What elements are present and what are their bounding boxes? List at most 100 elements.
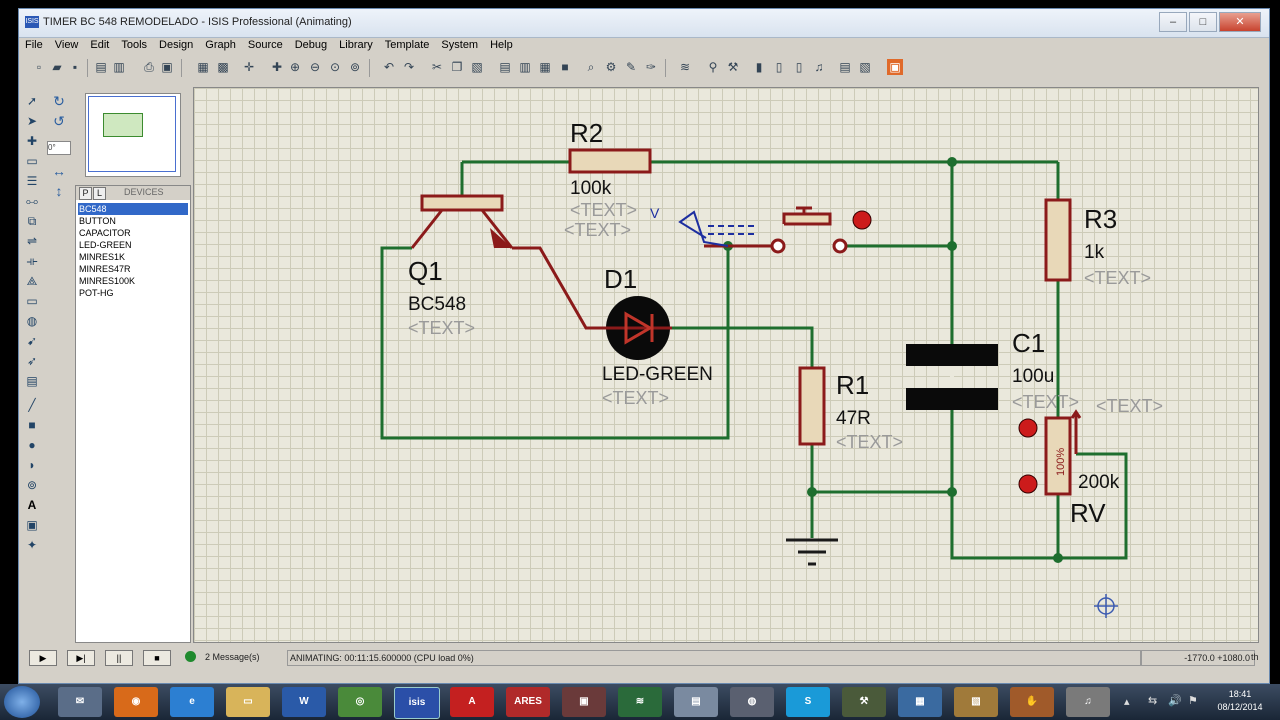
start-button-icon[interactable] [4, 686, 40, 718]
junction-mode-icon[interactable]: ✚ [24, 133, 40, 149]
block-move-icon[interactable]: ▥ [517, 59, 533, 75]
terminal-icon[interactable]: ⇌ [24, 233, 40, 249]
bill-of-materials-icon[interactable]: ▤ [837, 59, 853, 75]
button-b1[interactable] [782, 212, 832, 226]
voltage-probe[interactable] [678, 210, 756, 247]
pan-icon[interactable]: ✚ [269, 59, 285, 75]
block-copy-icon[interactable]: ▤ [497, 59, 513, 75]
path-tool-icon[interactable]: ⊚ [24, 477, 40, 493]
pick-device-icon[interactable]: ⌕ [583, 59, 599, 75]
photos-icon[interactable]: ▦ [898, 687, 942, 717]
menu-design[interactable]: Design [153, 38, 199, 54]
rotation-angle-field[interactable]: 0° [47, 141, 71, 155]
schematic-canvas[interactable]: R2 100k <TEXT> <TEXT> V Q1 BC548 <TEXT> … [193, 87, 1259, 643]
text-tool-icon[interactable]: A [24, 497, 40, 513]
wire-label-icon[interactable]: ▭ [24, 153, 40, 169]
ares-netlist-icon[interactable]: ▣ [887, 59, 903, 75]
menu-graph[interactable]: Graph [199, 38, 242, 54]
new-file-icon[interactable]: ▫ [31, 59, 47, 75]
network-icon[interactable]: ⇆ [1148, 694, 1157, 707]
print-area-icon[interactable]: ▣ [159, 59, 175, 75]
paste-icon[interactable]: ▧ [469, 59, 485, 75]
menu-template[interactable]: Template [379, 38, 436, 54]
overview-window[interactable] [85, 93, 181, 177]
acrobat-icon[interactable]: A [450, 687, 494, 717]
line-tool-icon[interactable]: ╱ [24, 397, 40, 413]
block-rotate-icon[interactable]: ▦ [537, 59, 553, 75]
tools-icon[interactable]: ⚒ [842, 687, 886, 717]
open-folder-icon[interactable]: ▰ [49, 59, 65, 75]
file-explorer-icon[interactable]: ▭ [226, 687, 270, 717]
led-d1[interactable] [604, 296, 672, 360]
print-icon[interactable]: ⎙ [141, 59, 157, 75]
device-item[interactable]: BUTTON [78, 215, 188, 227]
current-probe-icon[interactable]: ➶ [24, 353, 40, 369]
cut-icon[interactable]: ✂ [429, 59, 445, 75]
transistor-q1[interactable] [420, 194, 504, 212]
voltage-probe-icon[interactable]: ➹ [24, 333, 40, 349]
thunderbird-icon[interactable]: ✉ [58, 687, 102, 717]
make-device-icon[interactable]: ⚙ [603, 59, 619, 75]
box-tool-icon[interactable]: ■ [24, 417, 40, 433]
resistor-r1[interactable] [798, 366, 826, 446]
volume-icon[interactable]: 🔊 [1168, 694, 1182, 707]
device-item[interactable]: LED-GREEN [78, 239, 188, 251]
grid-icon[interactable]: ▩ [215, 59, 231, 75]
wire-autorouter-icon[interactable]: ≋ [677, 59, 693, 75]
tray-expand-icon[interactable]: ▴ [1124, 695, 1130, 708]
remove-sheet-icon[interactable]: ▯ [791, 59, 807, 75]
text-script-icon[interactable]: ☰ [24, 173, 40, 189]
step-button[interactable]: ▶| [67, 650, 95, 666]
pause-button[interactable]: || [105, 650, 133, 666]
bus-icon[interactable]: ⧟ [24, 193, 40, 209]
generator-icon[interactable]: ◍ [24, 313, 40, 329]
pot-increment-button[interactable] [1018, 418, 1038, 438]
menu-help[interactable]: Help [484, 38, 519, 54]
menu-view[interactable]: View [49, 38, 85, 54]
circuit-app-icon[interactable]: ≋ [618, 687, 662, 717]
close-button[interactable]: ✕ [1219, 12, 1261, 32]
block-delete-icon[interactable]: ■ [557, 59, 573, 75]
word-icon[interactable]: W [282, 687, 326, 717]
device-item[interactable]: MINRES47R [78, 263, 188, 275]
tape-recorder-icon[interactable]: ▭ [24, 293, 40, 309]
zoom-all-icon[interactable]: ⊙ [327, 59, 343, 75]
menu-edit[interactable]: Edit [84, 38, 115, 54]
import-icon[interactable]: ▤ [93, 59, 109, 75]
menu-tools[interactable]: Tools [115, 38, 153, 54]
paint-icon[interactable]: ▧ [954, 687, 998, 717]
library-manager-button[interactable]: L [93, 187, 106, 200]
media-player-icon[interactable]: ◍ [730, 687, 774, 717]
message-count[interactable]: 2 Message(s) [205, 652, 260, 662]
device-item[interactable]: BC548 [78, 203, 188, 215]
graph-icon[interactable]: ⟁ [24, 273, 40, 289]
internet-explorer-icon[interactable]: e [170, 687, 214, 717]
device-item[interactable]: MINRES100K [78, 275, 188, 287]
unknown-app-icon[interactable]: ✋ [1010, 687, 1054, 717]
menu-library[interactable]: Library [333, 38, 379, 54]
menu-file[interactable]: File [19, 38, 49, 54]
device-item[interactable]: CAPACITOR [78, 227, 188, 239]
firefox-icon[interactable]: ◉ [114, 687, 158, 717]
redo-icon[interactable]: ↷ [401, 59, 417, 75]
zoom-in-icon[interactable]: ⊕ [287, 59, 303, 75]
origin-icon[interactable]: ✛ [241, 59, 257, 75]
maximize-button[interactable]: □ [1189, 12, 1217, 32]
new-sheet-icon[interactable]: ▯ [771, 59, 787, 75]
pick-device-button[interactable]: P [79, 187, 92, 200]
undo-icon[interactable]: ↶ [381, 59, 397, 75]
netlist-icon[interactable]: ♫ [811, 59, 827, 75]
menu-source[interactable]: Source [242, 38, 289, 54]
save-icon[interactable]: ▪ [67, 59, 83, 75]
zoom-out-icon[interactable]: ⊖ [307, 59, 323, 75]
device-item[interactable]: POT-HG [78, 287, 188, 299]
refresh-icon[interactable]: ▦ [195, 59, 211, 75]
circle-tool-icon[interactable]: ● [24, 437, 40, 453]
ares-icon[interactable]: ARES [506, 687, 550, 717]
arc-tool-icon[interactable]: ◗ [24, 457, 40, 473]
skype-icon[interactable]: S [786, 687, 830, 717]
mirror-x-icon[interactable]: ↔ [51, 163, 67, 179]
minimize-button[interactable]: – [1159, 12, 1187, 32]
chrome-icon[interactable]: ◎ [338, 687, 382, 717]
tray-clock[interactable]: 18:41 08/12/2014 [1210, 688, 1270, 714]
